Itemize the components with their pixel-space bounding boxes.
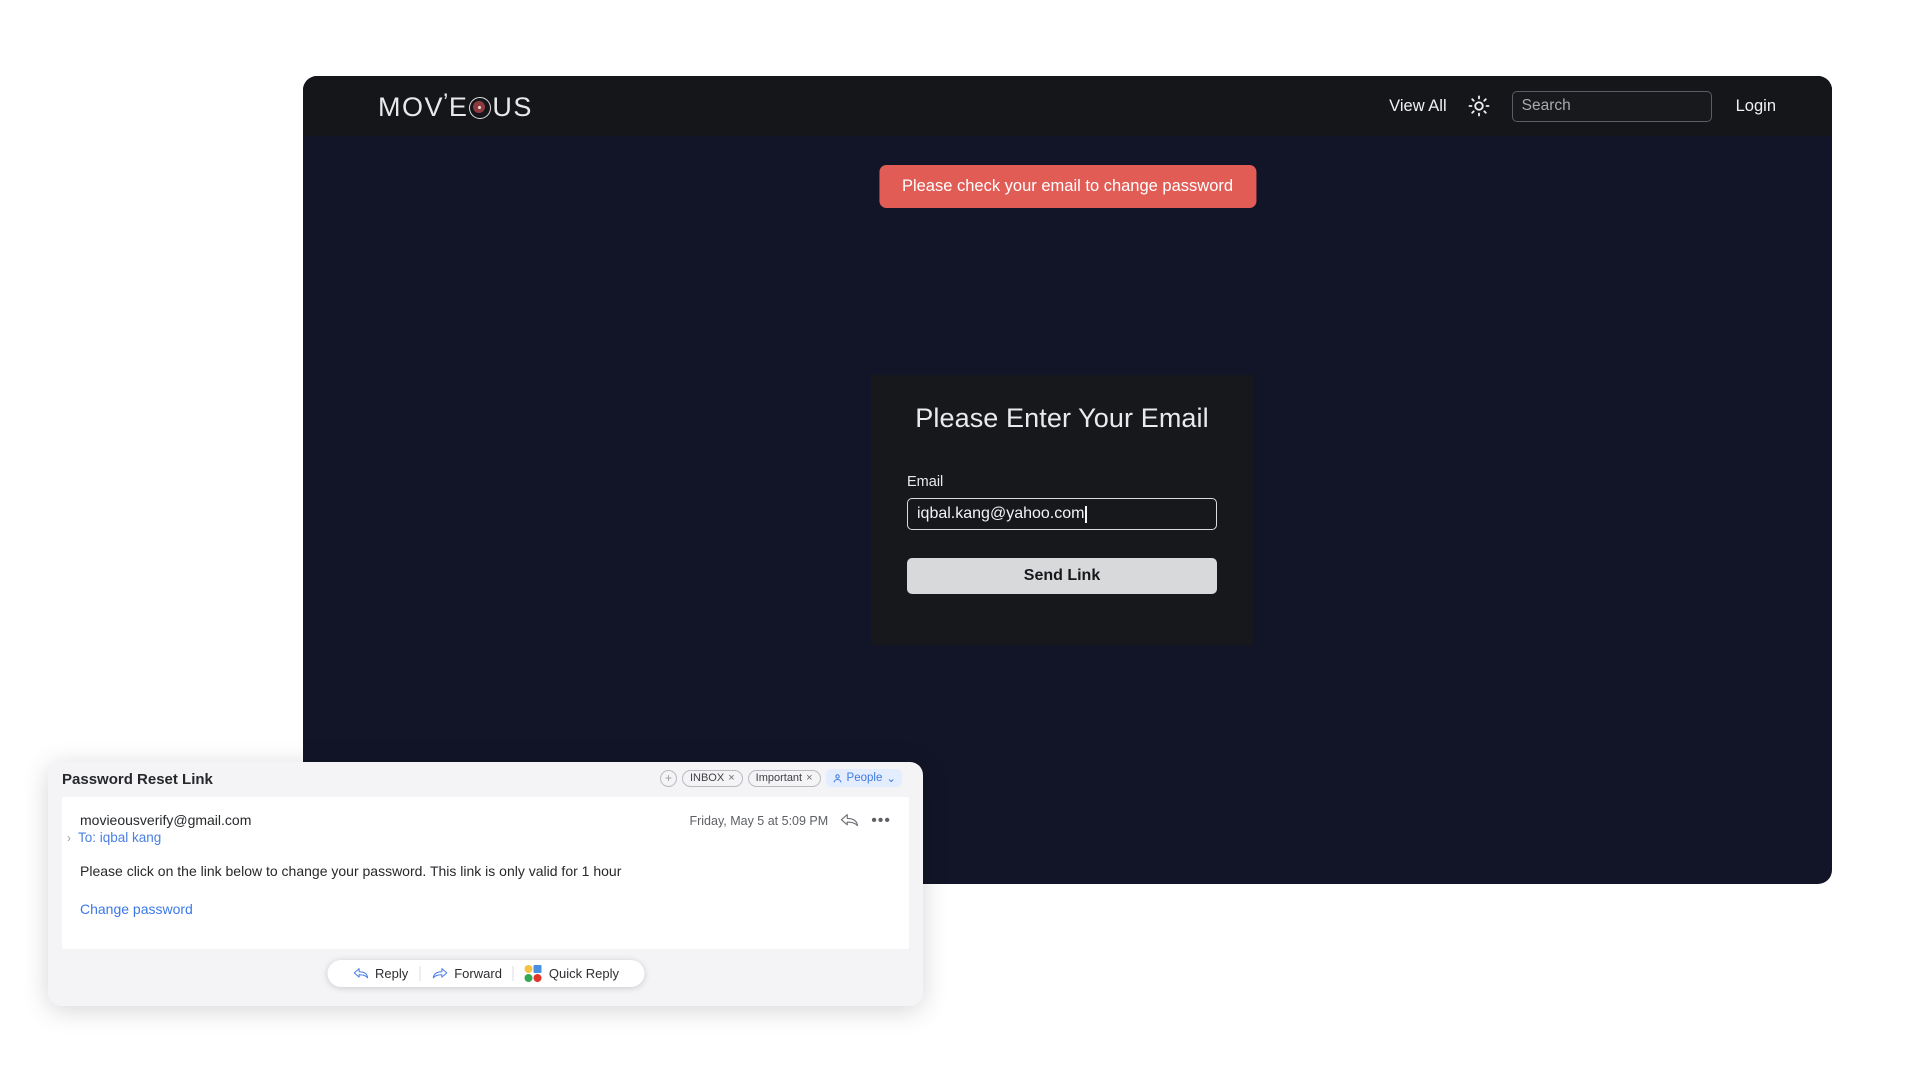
send-link-button[interactable]: Send Link <box>907 558 1217 594</box>
mail-recipient-row: › To: iqbal kang <box>67 830 891 845</box>
mail-header-actions: Friday, May 5 at 5:09 PM ••• <box>689 812 891 829</box>
email-input[interactable]: iqbal.kang@yahoo.com <box>907 498 1217 530</box>
mail-message-panel: movieousverify@gmail.com › To: iqbal kan… <box>62 797 909 949</box>
mail-message-header: movieousverify@gmail.com › To: iqbal kan… <box>67 811 891 847</box>
person-icon <box>833 773 841 782</box>
target-circle-icon <box>469 97 492 119</box>
email-field-label: Email <box>907 474 944 490</box>
email-form-card: Please Enter Your Email Email iqbal.kang… <box>871 375 1253 645</box>
more-options-icon[interactable]: ••• <box>871 812 891 828</box>
thumbs-up-icon <box>533 965 542 973</box>
reply-arrow-icon[interactable] <box>840 812 859 829</box>
smiley-icon <box>524 965 533 973</box>
check-icon <box>524 974 533 982</box>
category-people-dropdown[interactable]: People ⌄ <box>825 769 902 787</box>
app-header: MOV’E US View All Login <box>303 76 1832 136</box>
mail-window-title: Password Reset Link <box>62 771 213 788</box>
mail-action-toolbar: Reply Forward Quick Reply <box>326 960 645 987</box>
login-link[interactable]: Login <box>1736 97 1776 116</box>
mail-titlebar: Password Reset Link + INBOX × Important … <box>48 762 923 797</box>
mail-window: Password Reset Link + INBOX × Important … <box>48 762 923 1006</box>
text-caret <box>1085 505 1087 523</box>
tag-inbox-label: INBOX <box>689 772 725 784</box>
forward-button[interactable]: Forward <box>420 960 513 987</box>
reply-arrow-icon <box>353 968 368 979</box>
quick-reply-button[interactable]: Quick Reply <box>514 960 630 987</box>
tag-important[interactable]: Important × <box>747 769 821 787</box>
logo-text-part2: E <box>448 91 469 122</box>
emoji-cluster-icon <box>524 965 543 982</box>
view-all-link[interactable]: View All <box>1389 97 1446 116</box>
reply-button-label: Reply <box>374 966 409 981</box>
logo-apostrophe: ’ <box>443 89 450 116</box>
mail-timestamp: Friday, May 5 at 5:09 PM <box>689 813 829 828</box>
logo-text-part3: US <box>492 91 533 122</box>
tag-inbox[interactable]: INBOX × <box>681 769 743 787</box>
close-icon[interactable]: × <box>806 772 812 784</box>
mail-body-text: Please click on the link below to change… <box>80 863 622 879</box>
sun-icon[interactable] <box>1468 95 1490 117</box>
reply-button[interactable]: Reply <box>341 960 419 987</box>
category-people-label: People <box>846 772 883 784</box>
mail-tag-cluster: + INBOX × Important × People ⌄ <box>659 769 902 787</box>
app-logo[interactable]: MOV’ E US <box>378 89 533 122</box>
search-input[interactable] <box>1511 90 1712 122</box>
screen: MOV’E US View All Login Please check your… <box>0 0 1920 1080</box>
page-title: Please Enter Your Email <box>915 403 1209 433</box>
logo-wordmark: MOV’ E US <box>378 89 533 122</box>
logo-text-part1: MOV <box>378 91 445 122</box>
tag-important-label: Important <box>755 772 803 784</box>
change-password-link[interactable]: Change password <box>80 901 193 917</box>
forward-arrow-icon <box>432 968 448 979</box>
chevron-right-icon[interactable]: › <box>67 831 71 845</box>
forward-button-label: Forward <box>454 966 502 981</box>
close-icon[interactable]: × <box>728 772 734 784</box>
status-banner: Please check your email to change passwo… <box>878 165 1257 208</box>
email-input-value: iqbal.kang@yahoo.com <box>917 505 1085 522</box>
header-actions: View All Login <box>1389 76 1776 136</box>
quick-reply-button-label: Quick Reply <box>548 966 620 981</box>
chevron-down-icon: ⌄ <box>886 773 896 785</box>
add-tag-button[interactable]: + <box>659 769 677 787</box>
mail-recipient[interactable]: To: iqbal kang <box>78 830 161 845</box>
heart-icon <box>533 974 542 982</box>
